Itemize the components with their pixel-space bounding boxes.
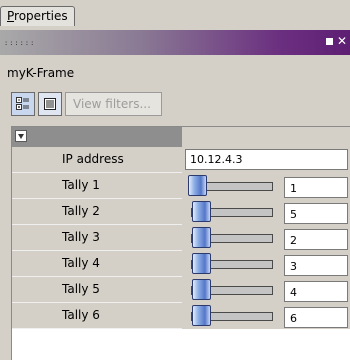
slider-thumb[interactable] — [192, 279, 211, 300]
properties-toolbar: View filters... — [11, 92, 162, 116]
tally-value-field[interactable]: 4 — [284, 281, 348, 302]
property-label: IP address — [62, 152, 124, 166]
tally-value-field[interactable]: 1 — [284, 177, 348, 198]
tally-value-field[interactable]: 5 — [284, 203, 348, 224]
tally-value-field[interactable]: 3 — [284, 255, 348, 276]
tally-slider[interactable] — [188, 175, 273, 196]
property-row-ip: IP address 10.12.4.3 — [12, 147, 350, 173]
property-row-tally: Tally 5 4 — [12, 277, 350, 303]
tally-slider[interactable] — [188, 305, 273, 326]
panel-title-bar[interactable]: :::::: ✕ — [0, 30, 350, 55]
categorized-icon — [16, 97, 29, 110]
frame-name-label: myK-Frame — [7, 66, 75, 80]
slider-thumb[interactable] — [188, 175, 207, 196]
property-label: Tally 1 — [62, 178, 100, 192]
slider-thumb[interactable] — [192, 201, 211, 222]
collapse-toggle-icon[interactable] — [15, 130, 27, 142]
categorized-view-button[interactable] — [11, 92, 35, 116]
property-row-tally: Tally 2 5 — [12, 199, 350, 225]
header-name-column — [12, 127, 182, 147]
property-label: Tally 5 — [62, 282, 100, 296]
list-view-button[interactable] — [38, 92, 62, 116]
drag-grip-icon[interactable]: :::::: — [4, 39, 35, 47]
tab-properties[interactable]: Properties — [0, 6, 75, 26]
properties-table: IP address 10.12.4.3 Tally 1 1 Tally 2 5… — [11, 126, 350, 360]
property-row-tally: Tally 3 2 — [12, 225, 350, 251]
tab-label: roperties — [14, 9, 68, 23]
table-header — [12, 127, 350, 147]
tab-bar: Properties — [0, 0, 350, 30]
property-row-tally: Tally 1 1 — [12, 173, 350, 199]
close-icon[interactable]: ✕ — [337, 35, 347, 47]
tally-slider[interactable] — [188, 201, 273, 222]
tally-value-field[interactable]: 2 — [284, 229, 348, 250]
slider-thumb[interactable] — [192, 227, 211, 248]
header-value-column — [182, 127, 350, 147]
tally-slider[interactable] — [188, 279, 273, 300]
property-row-tally: Tally 6 6 — [12, 303, 350, 329]
property-label: Tally 4 — [62, 256, 100, 270]
ip-address-field[interactable]: 10.12.4.3 — [185, 149, 348, 170]
tally-slider[interactable] — [188, 227, 273, 248]
property-label: Tally 3 — [62, 230, 100, 244]
tally-slider[interactable] — [188, 253, 273, 274]
tab-mnemonic: P — [7, 9, 15, 23]
property-label: Tally 6 — [62, 308, 100, 322]
view-filters-button[interactable]: View filters... — [65, 92, 162, 116]
property-label: Tally 2 — [62, 204, 100, 218]
tally-value-field[interactable]: 6 — [284, 307, 348, 328]
maximize-icon[interactable] — [325, 37, 333, 45]
slider-thumb[interactable] — [192, 305, 211, 326]
slider-thumb[interactable] — [192, 253, 211, 274]
list-icon — [44, 98, 56, 110]
property-row-tally: Tally 4 3 — [12, 251, 350, 277]
